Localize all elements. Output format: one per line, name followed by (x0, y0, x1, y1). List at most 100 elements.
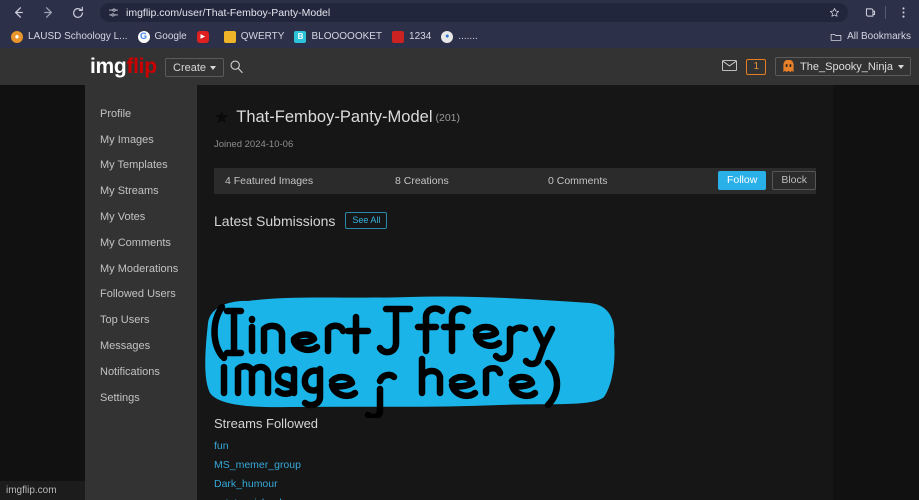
blooket-favicon: B (294, 30, 307, 43)
sidebar-item-my-streams[interactable]: My Streams (85, 178, 197, 204)
sidebar-item-settings[interactable]: Settings (85, 385, 197, 411)
site-settings-icon[interactable] (108, 7, 119, 18)
bookmark-item[interactable]: ● LAUSD Schoology L... (6, 27, 133, 46)
bookmark-item[interactable]: 1234 (387, 27, 436, 46)
sidebar-item-label: Followed Users (100, 288, 176, 301)
chevron-down-icon (210, 65, 217, 70)
stat-creations: 8 Creations (395, 175, 449, 187)
sidebar-item-my-moderations[interactable]: My Moderations (85, 256, 197, 282)
generic-favicon (392, 30, 405, 43)
bookmark-label: Google (154, 31, 187, 42)
bookmark-item[interactable]: B BLOOOOOKET (289, 27, 387, 46)
all-bookmarks-button[interactable]: All Bookmarks (830, 31, 919, 43)
bookmark-label: BLOOOOOKET (311, 31, 383, 42)
star-icon: ★ (214, 108, 230, 127)
sidebar-item-label: Top Users (100, 314, 150, 327)
chevron-down-icon (898, 64, 904, 69)
sidebar-item-my-images[interactable]: My Images (85, 127, 197, 153)
sidebar-item-my-comments[interactable]: My Comments (85, 230, 197, 256)
sidebar-item-label: My Templates (100, 159, 168, 172)
sidebar-item-label: Profile (100, 107, 132, 120)
sidebar-item-label: My Votes (100, 211, 146, 224)
create-button-label: Create (173, 61, 207, 74)
all-bookmarks-label: All Bookmarks (847, 31, 911, 42)
folder-icon (830, 31, 842, 43)
qwerty-favicon (223, 30, 236, 43)
block-button[interactable]: Block (772, 171, 816, 190)
status-bar-text: imgflip.com (6, 485, 57, 496)
page-title: That-Femboy-Panty-Model (236, 108, 433, 126)
latest-submissions-title: Latest Submissions (214, 212, 336, 229)
streams-followed-title: Streams Followed (214, 416, 319, 431)
ghost-avatar-icon (782, 59, 795, 73)
sidebar-item-profile[interactable]: Profile (85, 101, 197, 127)
schoology-favicon: ● (11, 30, 23, 43)
extensions-icon[interactable] (858, 1, 882, 25)
sidebar-item-messages[interactable]: Messages (85, 333, 197, 359)
sidebar-item-label: My Images (100, 133, 154, 146)
sidebar-item-label: My Moderations (100, 262, 179, 275)
stat-comments: 0 Comments (548, 175, 608, 187)
graffiti-annotation (200, 293, 620, 418)
imgflip-header: imgflip Create 1 The_Spooky_Ninja (0, 48, 919, 85)
notification-count-badge[interactable]: 1 (746, 58, 767, 75)
bookmark-item[interactable]: ▶ (192, 27, 219, 46)
bookmark-item[interactable]: G Google (133, 27, 192, 46)
profile-actions: Follow Block (717, 171, 816, 190)
logo-img-text: img (90, 55, 127, 78)
sidebar-item-followed-users[interactable]: Followed Users (85, 282, 197, 308)
bookmarks-bar: ● LAUSD Schoology L... G Google ▶ QWERTY… (0, 25, 919, 48)
joined-date: Joined 2024-10-06 (214, 139, 294, 150)
see-all-button[interactable]: See All (345, 212, 388, 229)
sidebar-item-label: My Streams (100, 185, 159, 198)
username-label: The_Spooky_Ninja (800, 60, 893, 73)
forward-arrow-icon[interactable] (36, 1, 60, 25)
google-favicon: G (137, 30, 150, 43)
stream-link-dark-humour[interactable]: Dark_humour (214, 478, 278, 490)
status-bar: imgflip.com (0, 481, 85, 500)
profile-title-row: ★ That-Femboy-Panty-Model (201) (214, 85, 816, 127)
page-viewport: imgflip Create 1 The_Spooky_Ninja Profil… (0, 48, 919, 500)
search-icon[interactable] (229, 59, 244, 79)
sidebar-item-label: Settings (100, 391, 140, 404)
reload-icon[interactable] (66, 1, 90, 25)
create-button[interactable]: Create (165, 58, 225, 77)
generic-favicon: ● (441, 30, 454, 43)
sidebar-nav: Profile My Images My Templates My Stream… (85, 85, 197, 500)
browser-chrome: imgflip.com/user/That-Femboy-Panty-Model… (0, 0, 919, 48)
three-dot-menu-icon[interactable] (891, 1, 915, 25)
address-bar[interactable]: imgflip.com/user/That-Femboy-Panty-Model (100, 3, 848, 22)
sidebar-item-my-votes[interactable]: My Votes (85, 204, 197, 230)
sidebar-item-notifications[interactable]: Notifications (85, 359, 197, 385)
profile-points: (201) (435, 111, 461, 124)
user-menu-button[interactable]: The_Spooky_Ninja (775, 57, 911, 76)
browser-toolbar: imgflip.com/user/That-Femboy-Panty-Model (0, 0, 919, 25)
logo-flip-text: flip (126, 55, 157, 78)
sidebar-item-my-templates[interactable]: My Templates (85, 153, 197, 179)
sidebar-item-label: My Comments (100, 236, 171, 249)
bookmark-label: ....... (458, 31, 478, 42)
sidebar-item-label: Messages (100, 340, 151, 353)
stream-link-fun[interactable]: fun (214, 440, 229, 452)
bookmark-label: QWERTY (240, 31, 285, 42)
sidebar-item-top-users[interactable]: Top Users (85, 307, 197, 333)
youtube-favicon: ▶ (196, 30, 209, 43)
stream-link-ms-memer-group[interactable]: MS_memer_group (214, 459, 301, 471)
envelope-icon[interactable] (722, 58, 738, 76)
address-bar-url[interactable]: imgflip.com/user/That-Femboy-Panty-Model (126, 7, 330, 19)
chrome-right-actions (856, 1, 919, 25)
header-user-area: 1 The_Spooky_Ninja (722, 57, 911, 76)
sidebar-item-label: Notifications (100, 365, 160, 378)
back-arrow-icon[interactable] (6, 1, 30, 25)
follow-button[interactable]: Follow (717, 171, 767, 190)
bookmark-label: LAUSD Schoology L... (28, 31, 128, 42)
stat-featured-images: 4 Featured Images (225, 175, 314, 187)
bookmark-item[interactable]: QWERTY (219, 27, 290, 46)
imgflip-logo[interactable]: imgflip (90, 55, 157, 79)
latest-submissions-row: Latest Submissions See All (214, 212, 816, 229)
toolbar-divider (885, 6, 886, 19)
bookmark-label: 1234 (409, 31, 432, 42)
bookmark-item[interactable]: ● ....... (436, 27, 482, 46)
screenshot-root: imgflip.com/user/That-Femboy-Panty-Model… (0, 0, 919, 500)
bookmark-star-icon[interactable] (821, 7, 840, 18)
